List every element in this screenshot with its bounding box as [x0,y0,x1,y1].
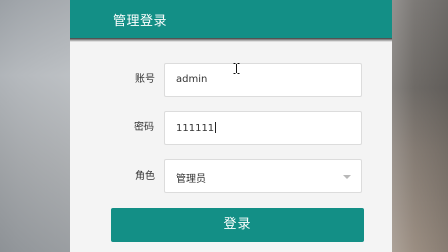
account-label: 账号 [135,74,155,85]
role-select[interactable]: 管理员 [164,159,362,193]
text-cursor-icon [233,63,240,74]
account-input[interactable]: admin [164,63,362,97]
role-label: 角色 [135,171,155,182]
page-title: 管理登录 [113,14,168,29]
password-value: 111111 [176,123,215,134]
chevron-down-icon [343,175,351,179]
text-caret [215,122,217,133]
login-screen: 管理登录 账号 admin 密码 111111 角色 管理员 登录 [0,0,448,252]
role-selected-value: 管理员 [176,174,206,185]
background-left [0,0,72,252]
password-label: 密码 [134,122,154,133]
password-value-wrap: 111111 [176,122,217,134]
password-input[interactable]: 111111 [164,111,362,145]
background-right [392,0,448,252]
account-value: admin [176,74,208,85]
login-button[interactable]: 登录 [111,208,364,242]
header-shadow [70,38,392,42]
